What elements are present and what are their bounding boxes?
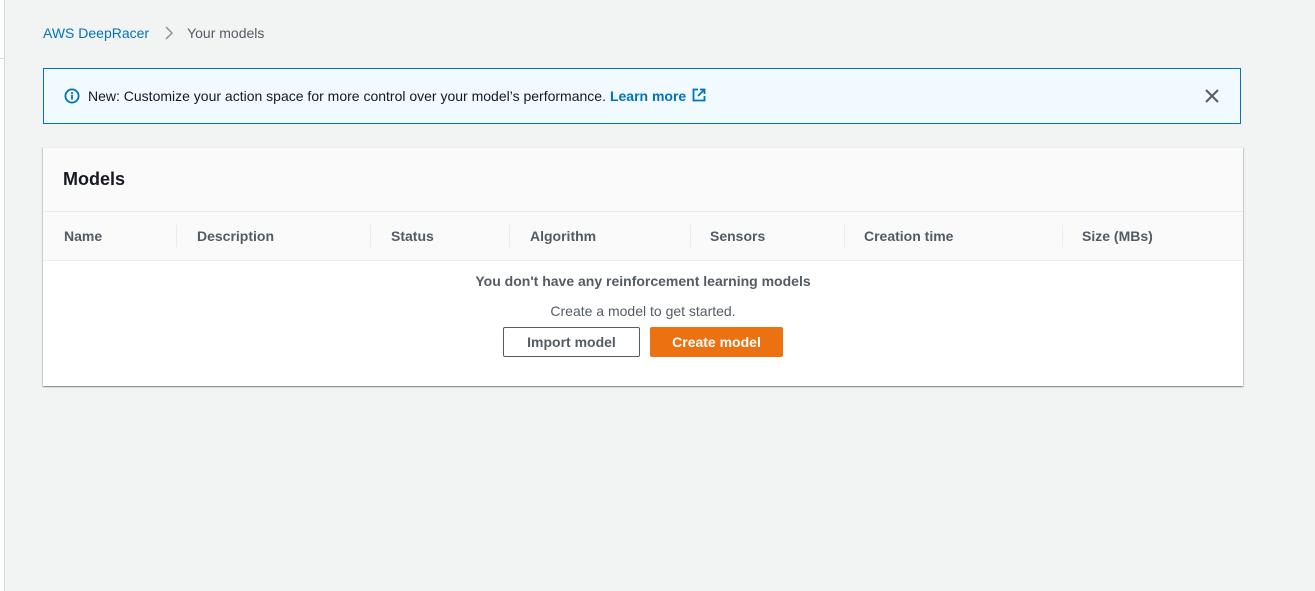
column-divider xyxy=(176,225,177,247)
column-header-status[interactable]: Status xyxy=(391,212,434,260)
column-divider xyxy=(690,225,691,247)
breadcrumb-aws-deepracer[interactable]: AWS DeepRacer xyxy=(43,25,149,41)
models-table-header: Name Description Status Algorithm Sensor… xyxy=(43,212,1243,261)
column-divider xyxy=(509,225,510,247)
import-model-button[interactable]: Import model xyxy=(503,327,640,357)
flash-message: New: Customize your action space for mor… xyxy=(88,88,706,104)
side-nav-header-edge xyxy=(0,0,4,59)
models-title: Models xyxy=(63,169,126,189)
column-divider xyxy=(370,225,371,247)
column-divider xyxy=(844,225,845,247)
external-link-icon xyxy=(692,88,706,102)
empty-state-subtitle: Create a model to get started. xyxy=(550,303,736,319)
flash-message-text: New: Customize your action space for mor… xyxy=(88,88,606,104)
column-header-description[interactable]: Description xyxy=(197,212,274,260)
models-panel-header: Models xyxy=(43,148,1243,212)
models-panel: Models Name Description Status Algorithm… xyxy=(43,147,1243,386)
empty-state-title: You don't have any reinforcement learnin… xyxy=(475,273,811,289)
info-flash-banner: New: Customize your action space for mor… xyxy=(43,68,1241,124)
close-icon[interactable] xyxy=(1204,88,1220,104)
column-divider xyxy=(1062,225,1063,247)
breadcrumb: AWS DeepRacer Your models xyxy=(43,24,264,42)
column-header-sensors[interactable]: Sensors xyxy=(710,212,765,260)
chevron-right-icon xyxy=(165,26,174,40)
info-icon xyxy=(64,88,80,104)
column-header-size[interactable]: Size (MBs) xyxy=(1082,212,1153,260)
create-model-button[interactable]: Create model xyxy=(650,327,783,357)
breadcrumb-current: Your models xyxy=(187,25,265,41)
learn-more-link[interactable]: Learn more xyxy=(610,88,706,104)
learn-more-label: Learn more xyxy=(609,88,687,104)
side-nav-edge xyxy=(0,0,5,591)
column-header-name[interactable]: Name xyxy=(64,212,102,260)
column-header-creation-time[interactable]: Creation time xyxy=(864,212,953,260)
column-header-algorithm[interactable]: Algorithm xyxy=(530,212,596,260)
